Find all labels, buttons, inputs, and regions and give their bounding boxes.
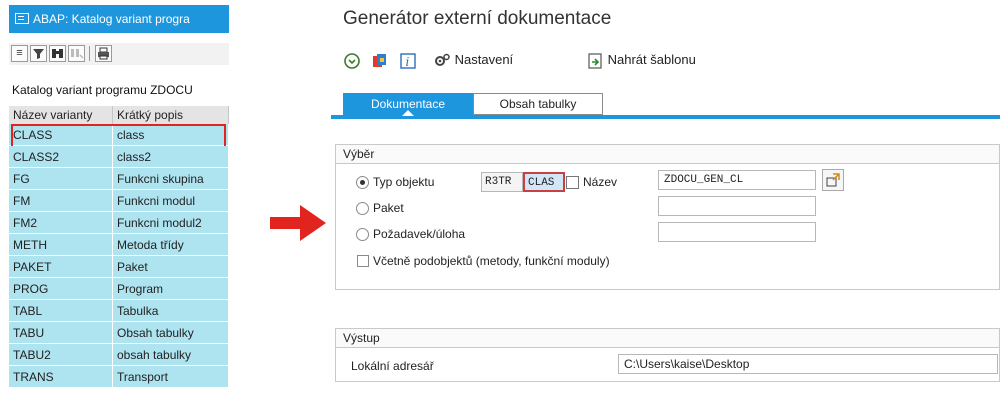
object-type-label: Typ objektu (373, 175, 435, 189)
short-description-cell[interactable]: class (113, 124, 229, 146)
short-description-cell[interactable]: Program (113, 278, 229, 300)
table-row[interactable]: CLASS class (9, 124, 229, 148)
find-next-icon[interactable] (68, 45, 85, 62)
upload-template-button[interactable]: Nahrát šablonu (586, 50, 696, 70)
short-description-cell[interactable]: Funkcni skupina (113, 168, 229, 190)
variant-name-cell[interactable]: METH (9, 234, 113, 256)
table-row[interactable]: FM Funkcni modul (9, 190, 229, 212)
table-row[interactable]: PROG Program (9, 278, 229, 300)
table-row[interactable]: TABU Obsah tabulky (9, 322, 229, 344)
variant-catalog-window: ABAP: Katalog variant progra ≡ Katalog v… (9, 5, 229, 401)
short-description-cell[interactable]: Metoda třídy (113, 234, 229, 256)
execute-icon[interactable] (343, 50, 361, 70)
table-row[interactable]: PAKET Paket (9, 256, 229, 278)
application-toolbar: i Nastavení Nahrát šablonu (331, 44, 1000, 76)
documentation-generator-window: Generátor externí dokumentace i Nastaven… (331, 0, 1000, 401)
table-row[interactable]: TRANS Transport (9, 366, 229, 388)
tab-table-contents[interactable]: Obsah tabulky (473, 93, 603, 115)
value-help-icon[interactable] (566, 176, 579, 189)
table-row[interactable]: CLASS2 class2 (9, 146, 229, 168)
active-tab-indicator (402, 110, 414, 116)
name-label: Název (583, 175, 618, 189)
column-header-variant-name[interactable]: Název varianty (9, 106, 113, 124)
tab-underline (331, 115, 1000, 119)
short-description-cell[interactable]: class2 (113, 146, 229, 168)
include-subobjects-label: Včetně podobjektů (metody, funkční modul… (373, 254, 610, 268)
variant-catalog-titlebar: ABAP: Katalog variant progra (9, 5, 229, 33)
short-description-cell[interactable]: Funkcni modul (113, 190, 229, 212)
include-subobjects-checkbox[interactable] (357, 255, 369, 267)
align-left-icon[interactable]: ≡ (11, 45, 28, 62)
filter-icon[interactable] (30, 45, 47, 62)
request-field[interactable] (658, 222, 816, 242)
column-header-short-description[interactable]: Krátký popis (113, 106, 229, 124)
variant-name-cell[interactable]: TABL (9, 300, 113, 322)
package-label: Paket (373, 201, 404, 215)
pgmid-field[interactable]: R3TR (481, 172, 523, 192)
table-row[interactable]: FG Funkcni skupina (9, 168, 229, 190)
print-icon[interactable] (95, 45, 112, 62)
red-arrow-icon (270, 205, 326, 241)
request-label: Požadavek/úloha (373, 227, 466, 241)
info-icon[interactable]: i (399, 50, 417, 70)
variant-name-cell[interactable]: CLASS2 (9, 146, 113, 168)
table-row[interactable]: METH Metoda třídy (9, 234, 229, 256)
name-field[interactable]: ZDOCU_GEN_CL (658, 170, 816, 190)
toolbar-separator (89, 46, 90, 61)
local-directory-label: Lokální adresář (351, 359, 434, 373)
variant-name-cell[interactable]: FM (9, 190, 113, 212)
variant-name-cell[interactable]: FM2 (9, 212, 113, 234)
upload-template-label: Nahrát šablonu (607, 52, 696, 67)
table-header: Název varianty Krátký popis (9, 106, 229, 124)
variant-name-cell[interactable]: CLASS (9, 124, 113, 146)
variant-name-cell[interactable]: TABU2 (9, 344, 113, 366)
object-type-radio[interactable] (356, 176, 369, 189)
short-description-cell[interactable]: Obsah tabulky (113, 322, 229, 344)
window-icon (15, 13, 29, 24)
selection-group: Výběr Typ objektu R3TR CLAS Název ZDOCU_… (335, 144, 1000, 290)
variant-table: Název varianty Krátký popis CLASS class CL… (9, 106, 229, 388)
variant-name-cell[interactable]: PAKET (9, 256, 113, 278)
output-group: Výstup Lokální adresář C:\Users\kaise\De… (335, 328, 1000, 382)
selection-group-title: Výběr (336, 145, 999, 164)
output-group-title: Výstup (336, 329, 999, 348)
svg-text:i: i (406, 55, 410, 69)
open-object-icon[interactable] (822, 169, 844, 191)
table-row[interactable]: TABU2 obsah tabulky (9, 344, 229, 366)
binoculars-icon[interactable] (49, 45, 66, 62)
short-description-cell[interactable]: Funkcni modul2 (113, 212, 229, 234)
variant-name-cell[interactable]: FG (9, 168, 113, 190)
object-type-field[interactable]: CLAS (523, 172, 565, 192)
page-title: Generátor externí dokumentace (343, 8, 612, 29)
short-description-cell[interactable]: Transport (113, 366, 229, 388)
variant-catalog-toolbar: ≡ (9, 43, 229, 65)
short-description-cell[interactable]: obsah tabulky (113, 344, 229, 366)
table-row[interactable]: TABL Tabulka (9, 300, 229, 322)
local-directory-field[interactable]: C:\Users\kaise\Desktop (618, 354, 998, 374)
variant-name-cell[interactable]: PROG (9, 278, 113, 300)
gears-icon (435, 53, 450, 66)
settings-label: Nastavení (454, 52, 514, 67)
variant-name-cell[interactable]: TRANS (9, 366, 113, 388)
package-field[interactable] (658, 196, 816, 216)
settings-button[interactable]: Nastavení (433, 50, 513, 70)
short-description-cell[interactable]: Paket (113, 256, 229, 278)
variant-name-cell[interactable]: TABU (9, 322, 113, 344)
package-radio[interactable] (356, 202, 369, 215)
variant-icon[interactable] (371, 50, 389, 70)
request-radio[interactable] (356, 228, 369, 241)
variant-catalog-heading: Katalog variant programu ZDOCU (12, 83, 193, 97)
variant-catalog-title: ABAP: Katalog variant progra (33, 12, 190, 26)
table-row[interactable]: FM2 Funkcni modul2 (9, 212, 229, 234)
upload-template-icon (588, 52, 602, 69)
short-description-cell[interactable]: Tabulka (113, 300, 229, 322)
